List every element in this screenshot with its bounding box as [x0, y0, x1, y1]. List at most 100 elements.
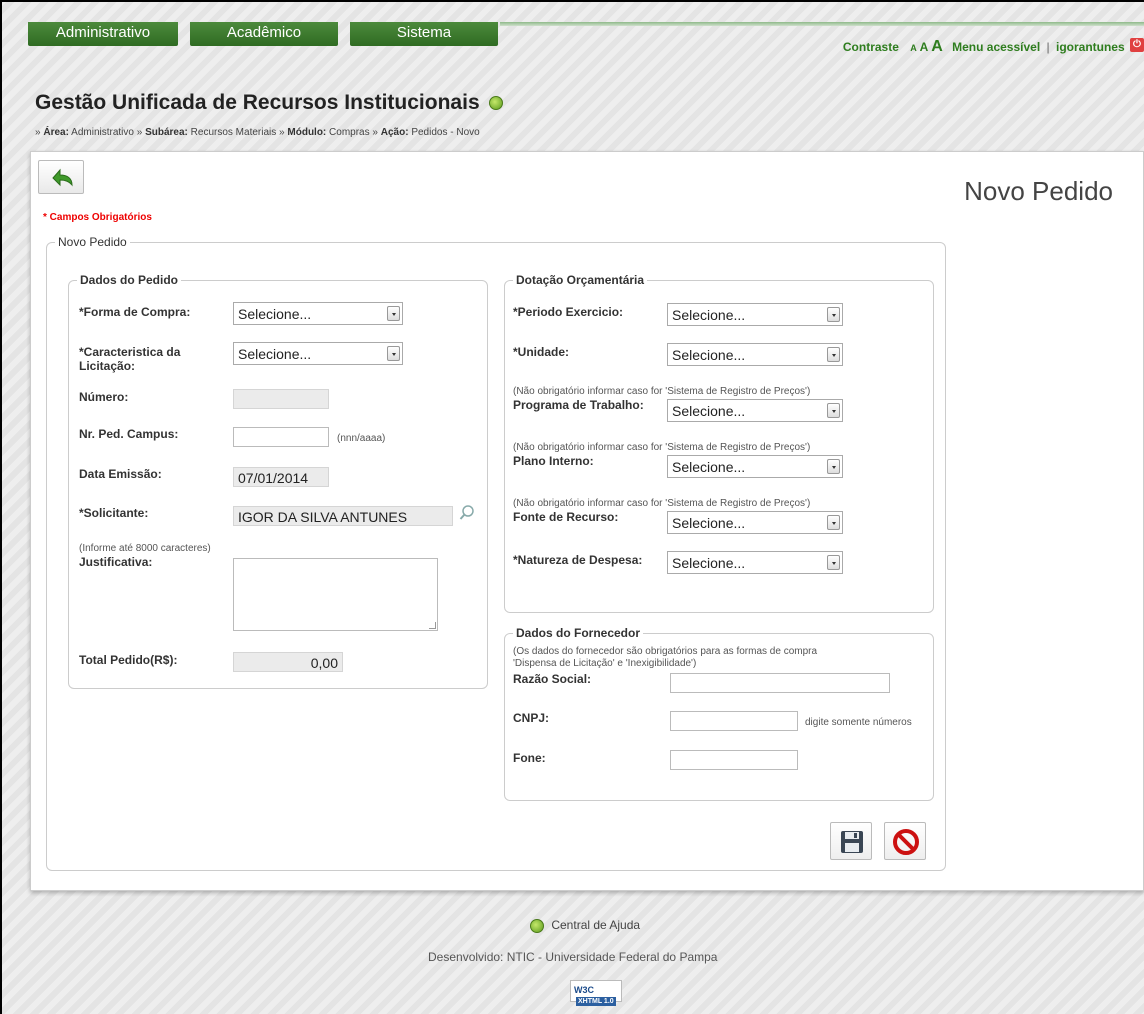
plano-note: (Não obrigatório informar caso for 'Sist… [513, 442, 811, 453]
chevron-down-icon [827, 555, 840, 570]
natureza-label: *Natureza de Despesa: [513, 553, 643, 567]
fonte-select[interactable]: Selecione... [667, 511, 843, 534]
chevron-down-icon [827, 459, 840, 474]
plano-value: Selecione... [672, 459, 746, 475]
fornecedor-note-line1: (Os dados do fornecedor são obrigatórios… [513, 646, 818, 657]
solicitante-label: *Solicitante: [79, 506, 149, 520]
fornecedor-legend: Dados do Fornecedor [516, 626, 641, 640]
periodo-select[interactable]: Selecione... [667, 303, 843, 326]
app-title: Gestão Unificada de Recursos Institucion… [35, 91, 480, 114]
footer-developed-by: Desenvolvido: NTIC - Universidade Federa… [428, 950, 718, 964]
save-button[interactable] [830, 822, 872, 860]
razao-social-label: Razão Social: [513, 672, 592, 686]
breadcrumb-modulo-label: Módulo: [287, 127, 327, 138]
cancel-button[interactable] [884, 822, 926, 860]
caracteristica-select[interactable]: Selecione... [233, 342, 403, 365]
numero-field [233, 389, 329, 409]
natureza-value: Selecione... [672, 555, 746, 571]
fonte-note: (Não obrigatório informar caso for 'Sist… [513, 498, 811, 509]
unidade-value: Selecione... [672, 347, 746, 363]
fone-field[interactable] [670, 750, 798, 770]
breadcrumb-sep: » [136, 127, 143, 138]
unidade-label: *Unidade: [513, 345, 570, 359]
chevron-down-icon [827, 307, 840, 322]
cnpj-field[interactable] [670, 711, 798, 731]
search-icon[interactable] [459, 504, 475, 522]
breadcrumb-acao: Pedidos - Novo [411, 127, 480, 138]
footer-help-link[interactable]: Central de Ajuda [551, 918, 640, 932]
footer-help[interactable]: Central de Ajuda [530, 918, 640, 933]
forma-compra-label: *Forma de Compra: [79, 305, 191, 319]
caracteristica-value: Selecione... [238, 346, 312, 362]
plano-label: Plano Interno: [513, 454, 594, 468]
programa-note: (Não obrigatório informar caso for 'Sist… [513, 386, 811, 397]
plano-select[interactable]: Selecione... [667, 455, 843, 478]
total-pedido-field: 0,00 [233, 652, 343, 672]
periodo-label: *Periodo Exercicio: [513, 305, 624, 319]
font-large-link[interactable]: A [931, 38, 943, 55]
natureza-select[interactable]: Selecione... [667, 551, 843, 574]
tab-administrativo[interactable]: Administrativo [28, 22, 178, 46]
breadcrumb-subarea-label: Subárea: [145, 127, 188, 138]
dados-pedido-legend: Dados do Pedido [80, 273, 179, 287]
chevron-down-icon [387, 306, 400, 321]
user-link[interactable]: igorantunes [1056, 40, 1125, 54]
data-emissao-label: Data Emissão: [79, 467, 162, 481]
unidade-select[interactable]: Selecione... [667, 343, 843, 366]
chevron-down-icon [827, 515, 840, 530]
programa-select[interactable]: Selecione... [667, 399, 843, 422]
w3c-xhtml-badge[interactable]: W3C XHTML 1.0 [570, 980, 622, 1006]
back-button[interactable] [38, 160, 84, 194]
breadcrumb-sep: » [372, 127, 378, 138]
solicitante-field: IGOR DA SILVA ANTUNES [233, 506, 453, 526]
cnpj-hint: digite somente números [805, 717, 912, 728]
breadcrumb-sep: » [279, 127, 285, 138]
fornecedor-fieldset: Dados do Fornecedor (Os dados do fornece… [504, 626, 934, 801]
numero-label: Número: [79, 390, 129, 404]
breadcrumb-acao-label: Ação: [380, 127, 409, 138]
novo-pedido-legend: Novo Pedido [58, 235, 127, 249]
power-icon[interactable]: ⏻ [1130, 38, 1144, 52]
caracteristica-label-line1: *Caracteristica da [79, 345, 181, 359]
undo-arrow-icon [52, 168, 73, 187]
prohibited-icon [893, 829, 919, 855]
dotacao-legend: Dotação Orçamentária [516, 273, 645, 287]
top-decor-line [500, 22, 1144, 26]
fornecedor-note-line2: 'Dispensa de Licitação' e 'Inexigibilida… [513, 658, 697, 669]
link-separator: | [1046, 40, 1050, 54]
xhtml-badge-label: XHTML 1.0 [576, 997, 616, 1006]
breadcrumb-area-label: Área: [43, 127, 69, 138]
fone-label: Fone: [513, 751, 546, 765]
contrast-link[interactable]: Contraste [843, 40, 899, 54]
programa-value: Selecione... [672, 403, 746, 419]
top-navigation: Administrativo Acadêmico Sistema [28, 22, 498, 46]
breadcrumb: » Área: Administrativo » Subárea: Recurs… [35, 127, 480, 138]
dados-pedido-fieldset: Dados do Pedido *Forma de Compra: Seleci… [68, 273, 488, 689]
razao-social-field[interactable] [670, 673, 890, 693]
nr-ped-campus-field[interactable] [233, 427, 329, 447]
forma-compra-value: Selecione... [238, 306, 312, 322]
chevron-down-icon [827, 347, 840, 362]
data-emissao-field: 07/01/2014 [233, 467, 329, 487]
accessible-menu-link[interactable]: Menu acessível [952, 40, 1040, 54]
help-icon [530, 918, 544, 933]
help-icon[interactable] [489, 96, 504, 111]
forma-compra-select[interactable]: Selecione... [233, 302, 403, 325]
chevron-down-icon [827, 403, 840, 418]
justificativa-label: Justificativa: [79, 555, 153, 569]
cnpj-label: CNPJ: [513, 711, 550, 725]
floppy-disk-icon [841, 831, 863, 853]
periodo-value: Selecione... [672, 307, 746, 323]
page-title: Novo Pedido [964, 176, 1113, 206]
app-title-block: Gestão Unificada de Recursos Institucion… [35, 91, 504, 115]
breadcrumb-prefix: » [35, 127, 41, 138]
font-medium-link[interactable]: A [920, 40, 928, 54]
tab-sistema[interactable]: Sistema [350, 22, 498, 46]
justificativa-textarea[interactable] [233, 558, 438, 631]
tab-academico[interactable]: Acadêmico [190, 22, 338, 46]
total-pedido-label: Total Pedido(R$): [79, 653, 178, 667]
justificativa-note: (Informe até 8000 caracteres) [79, 543, 211, 554]
accessibility-links: Contraste A A A Menu acessível | igorant… [843, 38, 1144, 56]
font-small-link[interactable]: A [910, 43, 917, 53]
fonte-value: Selecione... [672, 515, 746, 531]
